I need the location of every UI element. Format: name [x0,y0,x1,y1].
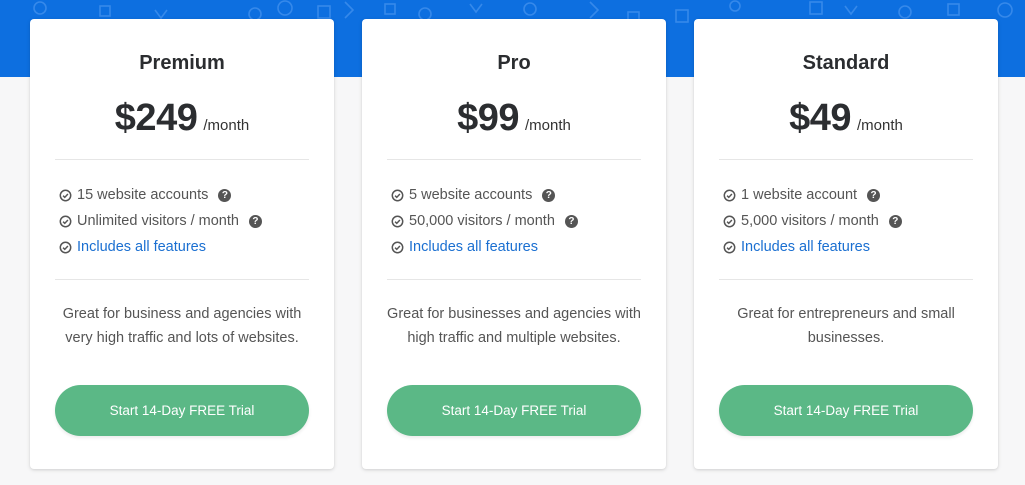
includes-all-features-link[interactable]: Includes all features [741,239,870,255]
divider [719,279,973,280]
feature-item: 50,000 visitors / month ? [391,208,651,234]
price-row: $49 /month [694,97,998,140]
circle-check-icon [59,241,72,253]
feature-list: 5 website accounts ? 50,000 visitors / m… [391,182,651,260]
question-circle-icon[interactable]: ? [888,214,902,228]
feature-item: Includes all features [59,234,319,260]
circle-check-icon [59,189,72,201]
divider [387,159,641,160]
plan-price: $249 [114,97,198,139]
includes-all-features-link[interactable]: Includes all features [409,239,538,255]
plan-description: Great for entrepreneurs and small busine… [737,306,955,346]
pricing-card-standard: Standard $49 /month 1 website account ? … [694,19,998,469]
plan-price: $49 [789,97,852,139]
feature-text: 50,000 visitors / month [409,213,555,229]
feature-text: 5,000 visitors / month [741,213,879,229]
price-row: $99 /month [362,97,666,140]
feature-item: 5 website accounts ? [391,182,651,208]
includes-all-features-link[interactable]: Includes all features [77,239,206,255]
feature-item: Unlimited visitors / month ? [59,208,319,234]
divider [719,159,973,160]
circle-check-icon [723,189,736,201]
question-circle-icon[interactable]: ? [564,214,578,228]
feature-list: 1 website account ? 5,000 visitors / mon… [723,182,983,260]
plan-name: Standard [802,52,890,74]
circle-check-icon [723,215,736,227]
feature-list: 15 website accounts ? Unlimited visitors… [59,182,319,260]
question-circle-icon[interactable]: ? [218,188,232,202]
plan-name: Premium [139,52,225,74]
circle-check-icon [391,215,404,227]
circle-check-icon [59,215,72,227]
start-trial-button[interactable]: Start 14-Day FREE Trial [387,385,641,436]
start-trial-button[interactable]: Start 14-Day FREE Trial [719,385,973,436]
feature-item: 1 website account ? [723,182,983,208]
price-row: $249 /month [30,97,334,140]
feature-text: Unlimited visitors / month [77,213,239,229]
feature-item: 5,000 visitors / month ? [723,208,983,234]
pricing-cards: Premium $249 /month 15 website accounts … [0,0,1025,485]
question-circle-icon[interactable]: ? [248,214,262,228]
plan-price: $99 [457,97,520,139]
circle-check-icon [391,241,404,253]
circle-check-icon [723,241,736,253]
feature-item: 15 website accounts ? [59,182,319,208]
plan-period: /month [857,117,903,134]
plan-name: Pro [497,52,531,74]
feature-item: Includes all features [723,234,983,260]
feature-text: 15 website accounts [77,187,209,203]
divider [55,279,309,280]
divider [55,159,309,160]
question-circle-icon[interactable]: ? [867,188,881,202]
pricing-card-premium: Premium $249 /month 15 website accounts … [30,19,334,469]
question-circle-icon[interactable]: ? [542,188,556,202]
start-trial-button[interactable]: Start 14-Day FREE Trial [55,385,309,436]
feature-item: Includes all features [391,234,651,260]
plan-period: /month [525,117,571,134]
plan-period: /month [203,117,250,134]
feature-text: 1 website account [741,187,858,203]
pricing-card-pro: Pro $99 /month 5 website accounts ? 50,0… [362,19,666,469]
plan-description: Great for businesses and agencies with h… [387,306,641,346]
feature-text: 5 website accounts [409,187,533,203]
circle-check-icon [391,189,404,201]
plan-description: Great for business and agencies with ver… [62,306,302,346]
divider [387,279,641,280]
